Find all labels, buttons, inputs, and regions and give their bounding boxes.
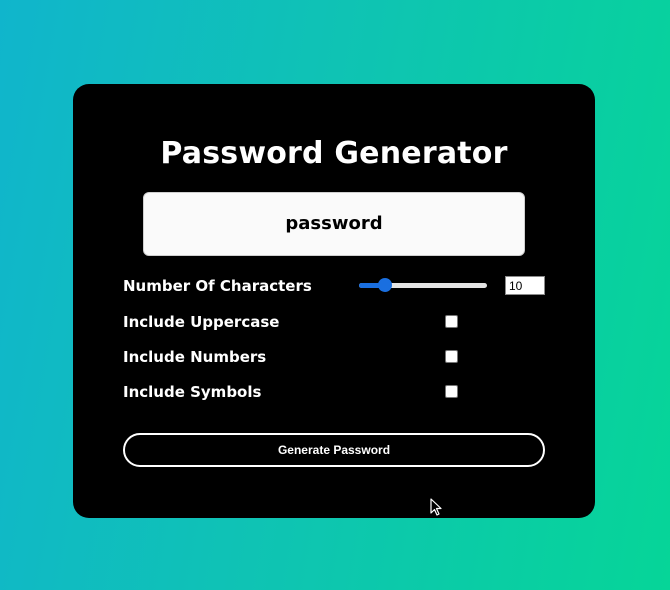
length-number-input[interactable] [505,276,545,295]
numbers-checkbox[interactable] [445,350,458,363]
uppercase-checkbox[interactable] [445,315,458,328]
mouse-pointer-icon [430,498,442,516]
symbols-checkbox[interactable] [445,385,458,398]
length-slider[interactable] [359,278,487,292]
length-row: Number Of Characters [123,275,545,297]
symbols-label: Include Symbols [123,383,262,401]
length-slider-thumb[interactable] [377,278,392,292]
numbers-row: Include Numbers [123,346,545,368]
numbers-label: Include Numbers [123,348,267,366]
symbols-row: Include Symbols [123,381,545,403]
password-output[interactable]: password [143,192,525,256]
page-title: Password Generator [160,136,508,171]
length-label: Number Of Characters [123,277,312,295]
uppercase-row: Include Uppercase [123,311,545,333]
password-generator-card: Password Generator password Number Of Ch… [73,84,595,518]
generate-password-button[interactable]: Generate Password [123,433,545,467]
uppercase-label: Include Uppercase [123,313,280,331]
